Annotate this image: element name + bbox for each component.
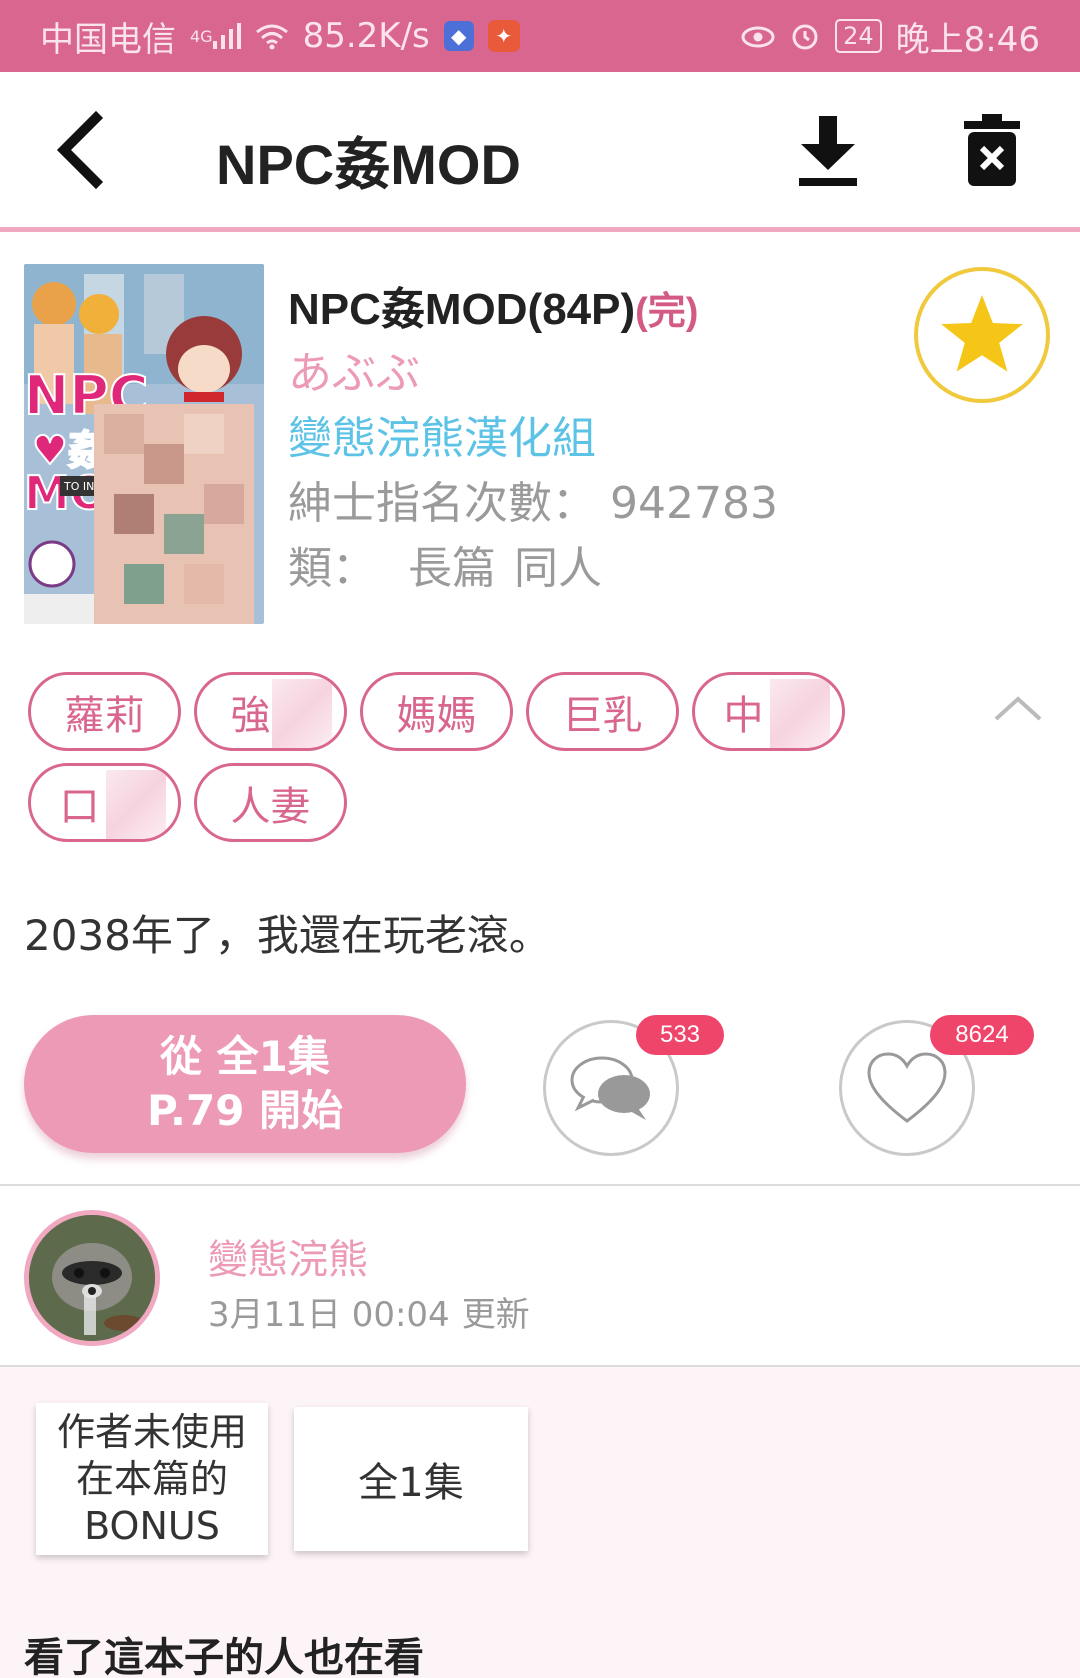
bonus-line-2: 在本篇的: [75, 1456, 228, 1501]
status-right: 24 晚上8:46: [741, 12, 1040, 61]
author-link[interactable]: あぶぶ: [288, 337, 420, 401]
eye-icon: [741, 23, 775, 49]
tag-chip[interactable]: 口: [28, 763, 181, 842]
count-label: 紳士指名次數：: [288, 478, 596, 529]
divider: [0, 1184, 1080, 1186]
mosaic: [272, 679, 332, 748]
wifi-icon: [255, 22, 289, 50]
tag-chip[interactable]: 強: [194, 672, 347, 751]
download-icon[interactable]: [795, 112, 861, 188]
update-time: 3月11日 00:04 更新: [208, 1287, 530, 1336]
delete-icon[interactable]: [962, 112, 1022, 188]
back-arrow-icon[interactable]: [50, 110, 120, 190]
bonus-episode-card[interactable]: 作者未使用 在本篇的 BONUS: [36, 1403, 268, 1555]
heart-icon: [867, 1052, 947, 1123]
tag-label: 強: [230, 692, 271, 739]
start-line-1: 從 全1集: [160, 1032, 330, 1081]
start-reading-button[interactable]: 從 全1集 P.79 開始: [24, 1015, 466, 1153]
comment-count-badge: 533: [636, 1015, 724, 1055]
cover-image[interactable]: NPC ♥姦 MOD TO INS: [24, 264, 264, 624]
category-doujin[interactable]: 同人: [514, 543, 602, 594]
tag-chip[interactable]: 中: [692, 672, 845, 751]
clock: 晚上8:46: [895, 19, 1040, 60]
status-bar: 中国电信 4G 85.2K/s ◆ ✦ 24 晚上8:46: [0, 0, 1080, 72]
start-line-2: P.79 開始: [146, 1086, 344, 1135]
related-section-title: 看了這本子的人也在看: [24, 1635, 424, 1678]
book-title-text: NPC姦MOD(84P): [288, 285, 636, 334]
episode-all-card[interactable]: 全1集: [294, 1407, 528, 1551]
count-value: 942783: [610, 478, 778, 529]
bonus-line-3: BONUS: [84, 1503, 220, 1548]
tag-chip[interactable]: 人妻: [194, 763, 347, 842]
category-long[interactable]: 長篇: [408, 543, 496, 594]
tag-label: 口: [59, 783, 100, 830]
tag-list: 蘿莉 強 媽媽 巨乳 中 口 人妻: [28, 672, 988, 842]
signal-icon: 4G: [190, 23, 241, 49]
tag-chip[interactable]: 巨乳: [526, 672, 679, 751]
favorite-star-button[interactable]: [914, 267, 1050, 403]
category: 類： 長篇 同人: [288, 532, 602, 596]
chevron-up-icon[interactable]: [990, 689, 1046, 729]
update-label: 更新: [461, 1295, 530, 1335]
network-label: 4G: [190, 26, 213, 46]
update-date: 3月11日 00:04: [208, 1295, 450, 1335]
book-info: NPC ♥姦 MOD TO INS NPC姦MOD(84P)(完) あぶぶ 變態…: [0, 237, 1080, 1678]
bonus-line-1: 作者未使用: [56, 1409, 247, 1454]
tag-label: 中: [723, 692, 764, 739]
translation-group-link[interactable]: 變態浣熊漢化組: [288, 402, 596, 466]
uc-browser-icon: ✦: [487, 20, 520, 52]
carrier-label: 中国电信: [40, 19, 176, 60]
mosaic: [106, 770, 166, 839]
network-speed: 85.2K/s: [302, 16, 430, 56]
book-title: NPC姦MOD(84P)(完): [288, 273, 698, 337]
alarm-icon: [789, 20, 821, 52]
star-icon: [941, 294, 1023, 372]
tag-chip[interactable]: 蘿莉: [28, 672, 181, 751]
app-header: NPC姦MOD: [0, 72, 1080, 232]
favorite-count: 紳士指名次數： 942783: [288, 467, 778, 531]
like-count-badge: 8624: [930, 1015, 1034, 1055]
tag-chip[interactable]: 媽媽: [360, 672, 513, 751]
mosaic: [770, 679, 830, 748]
episode-section: 作者未使用 在本篇的 BONUS 全1集 看了這本子的人也在看: [0, 1367, 1080, 1678]
description: 2038年了，我還在玩老滾。: [24, 911, 551, 960]
category-label: 類：: [288, 543, 376, 594]
uploader-name[interactable]: 變態浣熊: [208, 1227, 368, 1285]
avatar[interactable]: [24, 1210, 160, 1346]
page-title: NPC姦MOD: [216, 133, 521, 196]
completed-status: (完): [635, 291, 699, 333]
battery-icon: 24: [835, 19, 882, 53]
shield-icon: ◆: [443, 21, 474, 51]
status-left: 中国电信 4G 85.2K/s ◆ ✦: [40, 12, 741, 61]
comment-icon: [570, 1056, 650, 1120]
